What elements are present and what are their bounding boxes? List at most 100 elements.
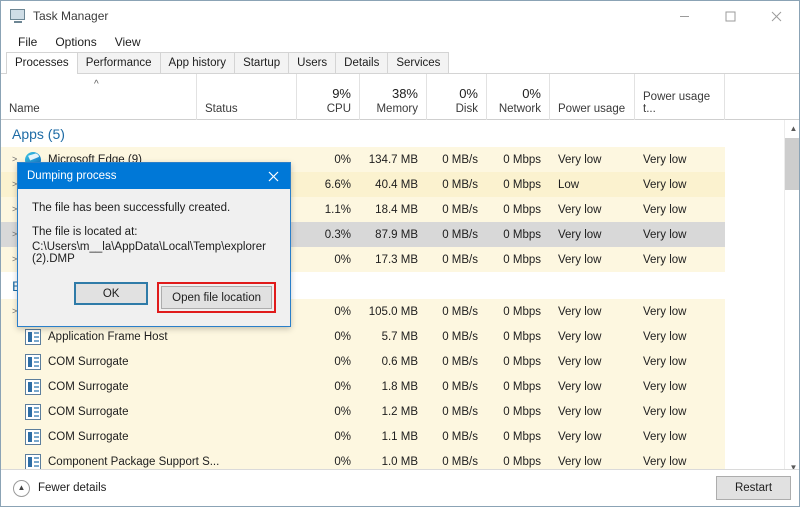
cell-filler: [725, 349, 784, 374]
cell-memory: 5.7 MB: [360, 324, 427, 349]
menu-item-view[interactable]: View: [106, 33, 150, 51]
process-name: Application Frame Host: [48, 331, 168, 343]
chevron-placeholder: [12, 332, 25, 341]
cell-cpu: 0%: [297, 349, 360, 374]
process-name: COM Surrogate: [48, 431, 129, 443]
cell-disk: 0 MB/s: [427, 374, 487, 399]
cell-filler: [725, 299, 784, 324]
column-header-network[interactable]: 0% Network: [487, 74, 550, 120]
column-label-powert: Power usage t...: [635, 91, 724, 115]
close-icon[interactable]: [256, 163, 290, 189]
cell-cpu: 0%: [297, 374, 360, 399]
close-icon[interactable]: [753, 1, 799, 31]
status-bar: ▲ Fewer details Restart: [1, 469, 799, 506]
group-header-row: Apps (5): [1, 120, 784, 147]
column-label-disk: Disk: [427, 103, 486, 115]
tab-services[interactable]: Services: [387, 52, 449, 73]
cell-power-usage: Very low: [550, 424, 635, 449]
column-label-memory: Memory: [360, 103, 426, 115]
generic-icon: [25, 354, 41, 370]
dialog-body: The file has been successfully created. …: [18, 189, 290, 265]
tab-app-history[interactable]: App history: [160, 52, 236, 73]
tab-performance[interactable]: Performance: [77, 52, 161, 73]
maximize-icon[interactable]: [707, 1, 753, 31]
vertical-scrollbar[interactable]: ▲ ▼: [784, 120, 799, 476]
cell-power-usage: Very low: [550, 374, 635, 399]
cell-power-usage: Very low: [550, 147, 635, 172]
cell-filler: [725, 374, 784, 399]
chevron-placeholder: [12, 457, 25, 466]
cell-disk: 0 MB/s: [427, 299, 487, 324]
cell-disk: 0 MB/s: [427, 247, 487, 272]
cell-power-usage-trend: Very low: [635, 172, 725, 197]
column-header-name[interactable]: ^ Name: [1, 74, 197, 120]
table-row[interactable]: COM Surrogate0%1.2 MB0 MB/s0 MbpsVery lo…: [1, 399, 784, 424]
scroll-up-icon[interactable]: ▲: [785, 120, 799, 137]
cell-filler: [725, 247, 784, 272]
column-header-power-usage[interactable]: Power usage: [550, 74, 635, 120]
process-name: COM Surrogate: [48, 406, 129, 418]
process-name: COM Surrogate: [48, 356, 129, 368]
sort-ascending-icon: ^: [94, 80, 99, 90]
open-file-location-button[interactable]: Open file location: [161, 286, 272, 309]
column-label-power: Power usage: [550, 103, 634, 115]
dialog-success-message: The file has been successfully created.: [32, 202, 276, 214]
column-header-filler: [725, 74, 784, 120]
column-header-power-usage-trend[interactable]: Power usage t...: [635, 74, 725, 120]
cell-network: 0 Mbps: [487, 197, 550, 222]
column-header-cpu[interactable]: 9% CPU: [297, 74, 360, 120]
column-pct-network: 0%: [487, 86, 549, 101]
table-row[interactable]: Application Frame Host0%5.7 MB0 MB/s0 Mb…: [1, 324, 784, 349]
cell-network: 0 Mbps: [487, 399, 550, 424]
table-row[interactable]: COM Surrogate0%1.1 MB0 MB/s0 MbpsVery lo…: [1, 424, 784, 449]
tab-details[interactable]: Details: [335, 52, 388, 73]
dialog-title: Dumping process: [27, 170, 116, 182]
cell-filler: [725, 172, 784, 197]
fewer-details-label: Fewer details: [38, 482, 106, 494]
cell-status: [197, 349, 297, 374]
ok-button[interactable]: OK: [74, 282, 148, 305]
column-pct-cpu: 9%: [297, 86, 359, 101]
tab-processes[interactable]: Processes: [6, 52, 78, 74]
process-name: COM Surrogate: [48, 381, 129, 393]
dialog-location-label: The file is located at:: [32, 226, 276, 238]
table-row[interactable]: COM Surrogate0%0.6 MB0 MB/s0 MbpsVery lo…: [1, 349, 784, 374]
minimize-icon[interactable]: [661, 1, 707, 31]
column-header-disk[interactable]: 0% Disk: [427, 74, 487, 120]
menu-item-file[interactable]: File: [9, 33, 46, 51]
column-label-cpu: CPU: [297, 103, 359, 115]
window-controls: [661, 1, 799, 31]
task-manager-window: Task Manager File Options View Processes…: [0, 0, 800, 507]
fewer-details-button[interactable]: ▲ Fewer details: [13, 480, 106, 497]
cell-power-usage-trend: Very low: [635, 399, 725, 424]
cell-power-usage: Very low: [550, 349, 635, 374]
cell-network: 0 Mbps: [487, 349, 550, 374]
dialog-actions: OK Open file location: [18, 265, 290, 326]
cell-name: Application Frame Host: [1, 324, 197, 349]
open-file-location-highlight: Open file location: [157, 282, 276, 313]
cell-memory: 17.3 MB: [360, 247, 427, 272]
cell-power-usage: Very low: [550, 324, 635, 349]
generic-icon: [25, 404, 41, 420]
cell-disk: 0 MB/s: [427, 197, 487, 222]
cell-memory: 87.9 MB: [360, 222, 427, 247]
cell-status: [197, 424, 297, 449]
tab-startup[interactable]: Startup: [234, 52, 289, 73]
cell-power-usage-trend: Very low: [635, 374, 725, 399]
cell-filler: [725, 399, 784, 424]
column-header-status[interactable]: Status: [197, 74, 297, 120]
menu-item-options[interactable]: Options: [46, 33, 105, 51]
tab-users[interactable]: Users: [288, 52, 336, 73]
cell-name: COM Surrogate: [1, 399, 197, 424]
cell-disk: 0 MB/s: [427, 424, 487, 449]
cell-disk: 0 MB/s: [427, 172, 487, 197]
column-header-memory[interactable]: 38% Memory: [360, 74, 427, 120]
restart-button[interactable]: Restart: [716, 476, 791, 500]
chevron-placeholder: [12, 407, 25, 416]
table-row[interactable]: COM Surrogate0%1.8 MB0 MB/s0 MbpsVery lo…: [1, 374, 784, 399]
cell-name: COM Surrogate: [1, 424, 197, 449]
cell-power-usage-trend: Very low: [635, 222, 725, 247]
cell-power-usage-trend: Very low: [635, 424, 725, 449]
task-manager-icon: [10, 9, 26, 23]
scrollbar-thumb[interactable]: [785, 138, 799, 190]
